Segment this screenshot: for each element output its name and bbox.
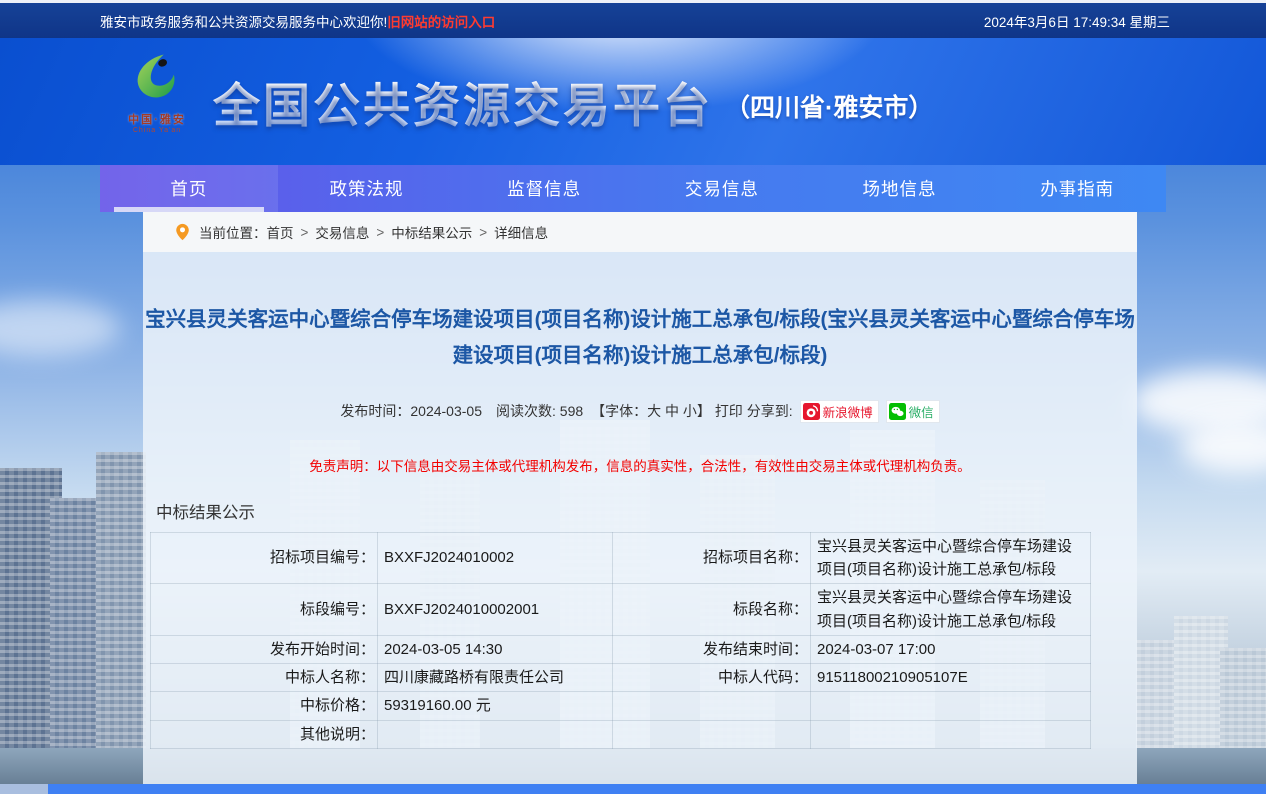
field-value [811,692,1091,720]
logo-caption-en: China Ya'an [112,127,202,134]
field-value: 59319160.00 元 [378,692,613,720]
site-title: 全国公共资源交易平台 [213,67,713,136]
cloud [0,300,120,356]
share-label: 分享到: [747,401,793,421]
share-wechat-button[interactable]: 微信 [886,400,940,423]
site-logo[interactable]: 中国·雅安 China Ya'an [112,50,202,134]
breadcrumb-separator: > [479,225,487,240]
field-label: 中标人代码： [613,664,811,692]
field-label [613,692,811,720]
wechat-icon [889,403,906,420]
article-title: 宝兴县灵关客运中心暨综合停车场建设项目(项目名称)设计施工总承包/标段(宝兴县灵… [145,302,1135,374]
field-value: BXXFJ2024010002 [378,532,613,584]
field-value: 91511800210905107E [811,664,1091,692]
leaf-logo-icon [128,50,186,106]
font-size-large-button[interactable]: 大 [647,401,661,421]
share-weibo-button[interactable]: 新浪微博 [800,400,879,423]
site-banner: 中国·雅安 China Ya'an 全国公共资源交易平台 （四川省·雅安市） [0,38,1266,165]
weibo-label: 新浪微博 [823,402,873,421]
font-size-small-button[interactable]: 小 [683,401,697,421]
field-value: 宝兴县灵关客运中心暨综合停车场建设项目(项目名称)设计施工总承包/标段 [811,532,1091,584]
field-label: 发布开始时间： [151,635,378,663]
building [1220,648,1266,760]
welcome-message: 雅安市政务服务和公共资源交易服务中心欢迎你! [100,15,387,30]
breadcrumb-home[interactable]: 首页 [267,222,294,242]
nav-item-supervision[interactable]: 监督信息 [455,165,633,212]
top-bar: 雅安市政务服务和公共资源交易服务中心欢迎你!旧网站的访问入口 2024年3月6日… [0,0,1266,38]
font-size-suffix: 】 [697,401,711,421]
old-site-link[interactable]: 旧网站的访问入口 [387,15,495,30]
table-row: 中标价格： 59319160.00 元 [151,692,1091,720]
welcome-text: 雅安市政务服务和公共资源交易服务中心欢迎你!旧网站的访问入口 [100,11,495,31]
field-label: 中标人名称： [151,664,378,692]
field-label: 中标价格： [151,692,378,720]
nav-item-guide[interactable]: 办事指南 [988,165,1166,212]
building [96,452,146,760]
page: 雅安市政务服务和公共资源交易服务中心欢迎你!旧网站的访问入口 2024年3月6日… [0,0,1266,794]
table-row: 招标项目编号： BXXFJ2024010002 招标项目名称： 宝兴县灵关客运中… [151,532,1091,584]
font-size-prefix: 【字体： [591,401,647,421]
article-meta: 发布时间： 2024-03-05 阅读次数: 598 【字体： 大 中 小 】 … [143,400,1137,423]
weibo-icon [803,403,820,420]
breadcrumb-award-results[interactable]: 中标结果公示 [391,222,472,242]
field-value [378,720,613,748]
field-value: BXXFJ2024010002001 [378,584,613,636]
nav-item-trading[interactable]: 交易信息 [633,165,811,212]
scrollbar-thumb[interactable] [0,784,48,794]
main-nav: 首页 政策法规 监督信息 交易信息 场地信息 办事指南 [100,165,1166,212]
views-label: 阅读次数: [496,401,556,421]
field-label: 招标项目编号： [151,532,378,584]
nav-item-venue[interactable]: 场地信息 [811,165,989,212]
site-subtitle: （四川省·雅安市） [725,80,933,124]
wechat-label: 微信 [909,402,934,421]
publish-time-label: 发布时间： [340,401,410,421]
nav-item-home[interactable]: 首页 [100,165,278,212]
field-value: 2024-03-05 14:30 [378,635,613,663]
disclaimer-text: 免责声明：以下信息由交易主体或代理机构发布，信息的真实性，合法性，有效性由交易主… [143,455,1137,475]
table-row: 标段编号： BXXFJ2024010002001 标段名称： 宝兴县灵关客运中心… [151,584,1091,636]
field-value [811,720,1091,748]
breadcrumb: 当前位置： 首页 > 交易信息 > 中标结果公示 > 详细信息 [143,212,1137,252]
award-result-table: 招标项目编号： BXXFJ2024010002 招标项目名称： 宝兴县灵关客运中… [150,532,1091,749]
table-row: 其他说明： [151,720,1091,748]
field-label [613,720,811,748]
datetime-display: 2024年3月6日 17:49:34 星期三 [984,11,1170,31]
field-label: 招标项目名称： [613,532,811,584]
breadcrumb-prefix: 当前位置： [199,222,267,242]
logo-caption: 中国·雅安 [112,111,202,127]
nav-item-policies[interactable]: 政策法规 [278,165,456,212]
font-size-medium-button[interactable]: 中 [665,401,679,421]
content-panel: 宝兴县灵关客运中心暨综合停车场建设项目(项目名称)设计施工总承包/标段(宝兴县灵… [143,252,1137,785]
breadcrumb-separator: > [376,225,384,240]
field-label: 标段编号： [151,584,378,636]
section-title: 中标结果公示 [156,499,1137,523]
table-row: 发布开始时间： 2024-03-05 14:30 发布结束时间： 2024-03… [151,635,1091,663]
publish-time-value: 2024-03-05 [410,403,482,419]
views-value: 598 [560,403,583,419]
banner-titles: 全国公共资源交易平台 （四川省·雅安市） [213,38,933,165]
field-label: 标段名称： [613,584,811,636]
horizontal-scrollbar[interactable] [0,784,1266,794]
print-button[interactable]: 打印 [715,401,743,421]
field-label: 发布结束时间： [613,635,811,663]
field-value: 2024-03-07 17:00 [811,635,1091,663]
field-value: 四川康藏路桥有限责任公司 [378,664,613,692]
table-row: 中标人名称： 四川康藏路桥有限责任公司 中标人代码： 9151180021090… [151,664,1091,692]
field-value: 宝兴县灵关客运中心暨综合停车场建设项目(项目名称)设计施工总承包/标段 [811,584,1091,636]
breadcrumb-trading-info[interactable]: 交易信息 [315,222,369,242]
breadcrumb-separator: > [301,225,309,240]
breadcrumb-detail[interactable]: 详细信息 [494,222,548,242]
field-label: 其他说明： [151,720,378,748]
location-pin-icon [175,223,190,241]
